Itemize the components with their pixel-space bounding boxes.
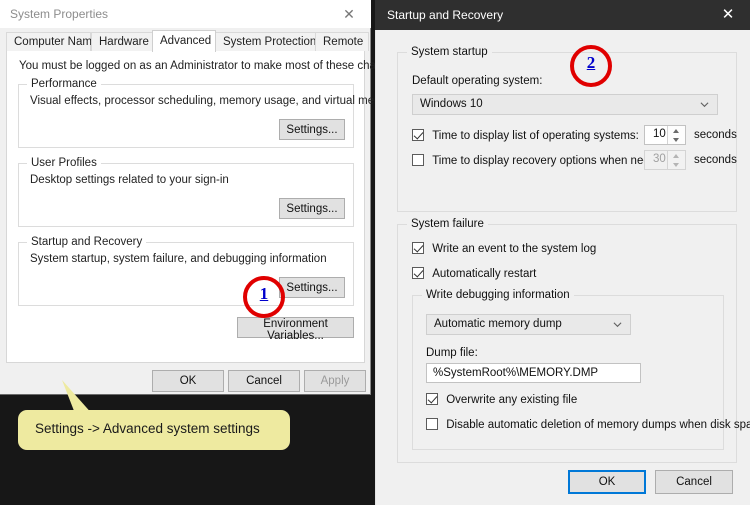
system-failure-group: System failure Write an event to the sys…: [397, 218, 750, 463]
user-profiles-group-description: Desktop settings related to your sign-in: [30, 174, 229, 186]
auto-restart-checkbox-row[interactable]: Automatically restart: [412, 267, 536, 280]
performance-group-label: Performance: [27, 78, 101, 90]
user-profiles-group: User Profiles Desktop settings related t…: [18, 157, 354, 227]
ok-button[interactable]: OK: [568, 470, 646, 494]
ok-button[interactable]: OK: [152, 370, 224, 392]
overwrite-label: Overwrite any existing file: [446, 394, 578, 406]
cancel-button[interactable]: Cancel: [228, 370, 300, 392]
system-properties-footer: OK Cancel Apply: [0, 363, 371, 395]
timeout-recovery-value: 30: [653, 153, 666, 165]
timeout-os-checkbox-row[interactable]: Time to display list of operating system…: [412, 129, 639, 142]
system-properties-dialog: System Properties ✕ Computer Name Hardwa…: [0, 0, 404, 395]
startup-recovery-titlebar: Startup and Recovery ✕: [375, 0, 750, 30]
tab-computer-name[interactable]: Computer Name: [6, 32, 98, 51]
screenshot-root: System Properties ✕ Computer Name Hardwa…: [0, 0, 750, 505]
startup-recovery-settings-button[interactable]: Settings...: [279, 277, 345, 298]
cancel-button[interactable]: Cancel: [655, 470, 733, 494]
administrator-notice: You must be logged on as an Administrato…: [19, 60, 405, 72]
timeout-os-value: 10: [653, 128, 666, 140]
tab-remote[interactable]: Remote: [315, 32, 369, 51]
startup-and-recovery-dialog: Startup and Recovery ✕ System startup De…: [375, 0, 750, 505]
annotation-badge-1-label: 1: [259, 284, 269, 303]
default-os-label: Default operating system:: [412, 75, 543, 87]
overwrite-checkbox-row[interactable]: Overwrite any existing file: [426, 393, 577, 406]
write-event-checkbox-row[interactable]: Write an event to the system log: [412, 242, 596, 255]
timeout-os-label: Time to display list of operating system…: [432, 130, 639, 142]
dump-type-combobox[interactable]: Automatic memory dump: [426, 314, 631, 335]
write-event-checkbox[interactable]: [412, 242, 424, 254]
default-os-value: Windows 10: [420, 98, 483, 110]
startup-recovery-group-description: System startup, system failure, and debu…: [30, 253, 327, 265]
tab-advanced[interactable]: Advanced: [152, 30, 216, 52]
tab-system-protection[interactable]: System Protection: [215, 32, 316, 51]
timeout-os-spinner[interactable]: 10: [644, 125, 686, 145]
startup-recovery-group: Startup and Recovery System startup, sys…: [18, 236, 354, 306]
dump-type-value: Automatic memory dump: [434, 318, 562, 330]
close-icon[interactable]: ✕: [706, 0, 750, 30]
system-startup-group: System startup Default operating system:…: [397, 46, 737, 212]
callout-text: Settings -> Advanced system settings: [35, 421, 260, 436]
auto-restart-checkbox[interactable]: [412, 267, 424, 279]
disable-deletion-checkbox-row[interactable]: Disable automatic deletion of memory dum…: [426, 418, 750, 431]
spinner-up-icon: [668, 151, 685, 160]
timeout-recovery-spinner-buttons: [667, 151, 685, 169]
timeout-recovery-label: Time to display recovery options when ne…: [432, 155, 669, 167]
timeout-recovery-checkbox[interactable]: [412, 154, 424, 166]
apply-button: Apply: [304, 370, 366, 392]
tab-hardware[interactable]: Hardware: [91, 32, 153, 51]
close-icon[interactable]: ✕: [327, 0, 371, 28]
spinner-down-icon: [668, 160, 685, 169]
annotation-badge-2: 2: [570, 45, 612, 87]
write-debugging-information-label: Write debugging information: [422, 289, 574, 301]
disable-deletion-label: Disable automatic deletion of memory dum…: [446, 419, 750, 431]
chevron-down-icon: [700, 102, 709, 108]
dump-file-value: %SystemRoot%\MEMORY.DMP: [433, 367, 599, 379]
disable-deletion-checkbox[interactable]: [426, 418, 438, 430]
startup-recovery-group-label: Startup and Recovery: [27, 236, 147, 248]
overwrite-checkbox[interactable]: [426, 393, 438, 405]
system-startup-group-label: System startup: [407, 46, 492, 58]
spinner-up-icon[interactable]: [668, 126, 685, 135]
dump-file-input[interactable]: %SystemRoot%\MEMORY.DMP: [426, 363, 641, 383]
environment-variables-button[interactable]: Environment Variables...: [237, 317, 354, 342]
timeout-recovery-spinner: 30: [644, 150, 686, 170]
annotation-badge-1: 1: [243, 276, 285, 318]
system-properties-tabstrip: Computer Name Hardware Advanced System P…: [6, 30, 369, 52]
annotation-badge-2-label: 2: [586, 53, 596, 72]
startup-recovery-title: Startup and Recovery: [387, 8, 504, 22]
dump-file-label: Dump file:: [426, 347, 478, 359]
system-properties-titlebar: System Properties ✕: [0, 0, 371, 28]
chevron-down-icon: [613, 322, 622, 328]
system-properties-title: System Properties: [10, 7, 109, 21]
callout-tooltip: Settings -> Advanced system settings: [18, 410, 290, 450]
performance-group: Performance Visual effects, processor sc…: [18, 78, 400, 148]
timeout-recovery-checkbox-row[interactable]: Time to display recovery options when ne…: [412, 154, 669, 167]
system-failure-group-label: System failure: [407, 218, 488, 230]
performance-settings-button[interactable]: Settings...: [279, 119, 345, 140]
spinner-down-icon[interactable]: [668, 135, 685, 144]
timeout-recovery-unit: seconds: [694, 154, 737, 166]
advanced-tab-panel: You must be logged on as an Administrato…: [6, 51, 404, 363]
startup-recovery-body: System startup Default operating system:…: [375, 30, 750, 505]
default-os-combobox[interactable]: Windows 10: [412, 94, 718, 115]
user-profiles-settings-button[interactable]: Settings...: [279, 198, 345, 219]
user-profiles-group-label: User Profiles: [27, 157, 101, 169]
timeout-os-spinner-buttons[interactable]: [667, 126, 685, 144]
performance-group-description: Visual effects, processor scheduling, me…: [30, 95, 400, 107]
write-event-label: Write an event to the system log: [432, 243, 597, 255]
timeout-os-unit: seconds: [694, 129, 737, 141]
auto-restart-label: Automatically restart: [432, 268, 537, 280]
write-debugging-information-group: Write debugging information Automatic me…: [412, 289, 750, 450]
timeout-os-checkbox[interactable]: [412, 129, 424, 141]
